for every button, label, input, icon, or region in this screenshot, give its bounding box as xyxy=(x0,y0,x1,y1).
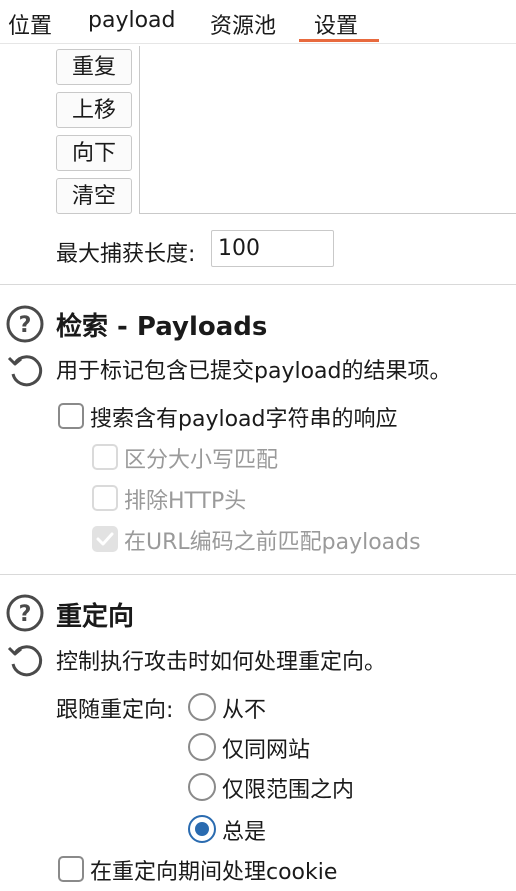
redirect-always-label: 总是 xyxy=(222,820,267,845)
help-icon[interactable]: ? xyxy=(5,304,45,344)
max-capture-input[interactable]: 100 xyxy=(211,230,334,267)
active-tab-indicator xyxy=(299,39,379,42)
case-sensitive-label: 区分大小写匹配 xyxy=(124,448,279,473)
redirect-never-label: 从不 xyxy=(222,698,267,723)
section-divider xyxy=(0,284,516,285)
process-cookies-checkbox[interactable] xyxy=(58,856,84,882)
search-responses-checkbox[interactable] xyxy=(58,403,84,429)
tab-position[interactable]: 位置 xyxy=(8,8,52,40)
redirect-section-title: 重定向 xyxy=(56,602,135,632)
redirect-never-radio[interactable] xyxy=(188,693,216,721)
exclude-http-headers-label: 排除HTTP头 xyxy=(124,489,247,514)
redirect-always-radio[interactable] xyxy=(188,815,216,843)
redirect-same-site-radio[interactable] xyxy=(188,733,216,761)
tab-settings[interactable]: 设置 xyxy=(314,8,358,40)
redirect-same-site-label: 仅同网站 xyxy=(222,738,311,763)
help-icon[interactable]: ? xyxy=(5,593,45,633)
max-capture-label: 最大捕获长度: xyxy=(56,242,196,267)
checkmark-icon xyxy=(96,532,114,546)
redirect-in-scope-label: 仅限范围之内 xyxy=(222,778,355,803)
grep-list-box[interactable] xyxy=(139,46,516,214)
case-sensitive-checkbox[interactable] xyxy=(92,444,118,470)
match-before-url-encoding-checkbox[interactable] xyxy=(92,526,118,552)
redirect-in-scope-radio[interactable] xyxy=(188,773,216,801)
clear-button[interactable]: 清空 xyxy=(56,178,132,214)
reset-icon[interactable] xyxy=(5,640,45,680)
move-down-button[interactable]: 向下 xyxy=(56,135,132,171)
process-cookies-label: 在重定向期间处理cookie xyxy=(90,860,338,885)
tab-payload[interactable]: payload xyxy=(88,8,175,33)
move-up-button[interactable]: 上移 xyxy=(56,92,132,128)
repeat-button[interactable]: 重复 xyxy=(56,49,132,85)
search-section-description: 用于标记包含已提交payload的结果项。 xyxy=(56,359,452,384)
tab-resource-pool[interactable]: 资源池 xyxy=(210,8,276,40)
section-divider xyxy=(0,574,516,575)
follow-redirects-label: 跟随重定向: xyxy=(56,698,174,723)
svg-text:?: ? xyxy=(19,602,32,627)
search-responses-label: 搜索含有payload字符串的响应 xyxy=(90,407,398,432)
search-section-title: 检索 - Payloads xyxy=(56,312,268,342)
exclude-http-headers-checkbox[interactable] xyxy=(92,485,118,511)
redirect-section-description: 控制执行攻击时如何处理重定向。 xyxy=(56,650,387,675)
reset-icon[interactable] xyxy=(5,350,45,390)
svg-text:?: ? xyxy=(19,313,32,338)
match-before-url-encoding-label: 在URL编码之前匹配payloads xyxy=(124,530,421,555)
tab-bar: 位置 payload 资源池 设置 xyxy=(0,0,516,44)
